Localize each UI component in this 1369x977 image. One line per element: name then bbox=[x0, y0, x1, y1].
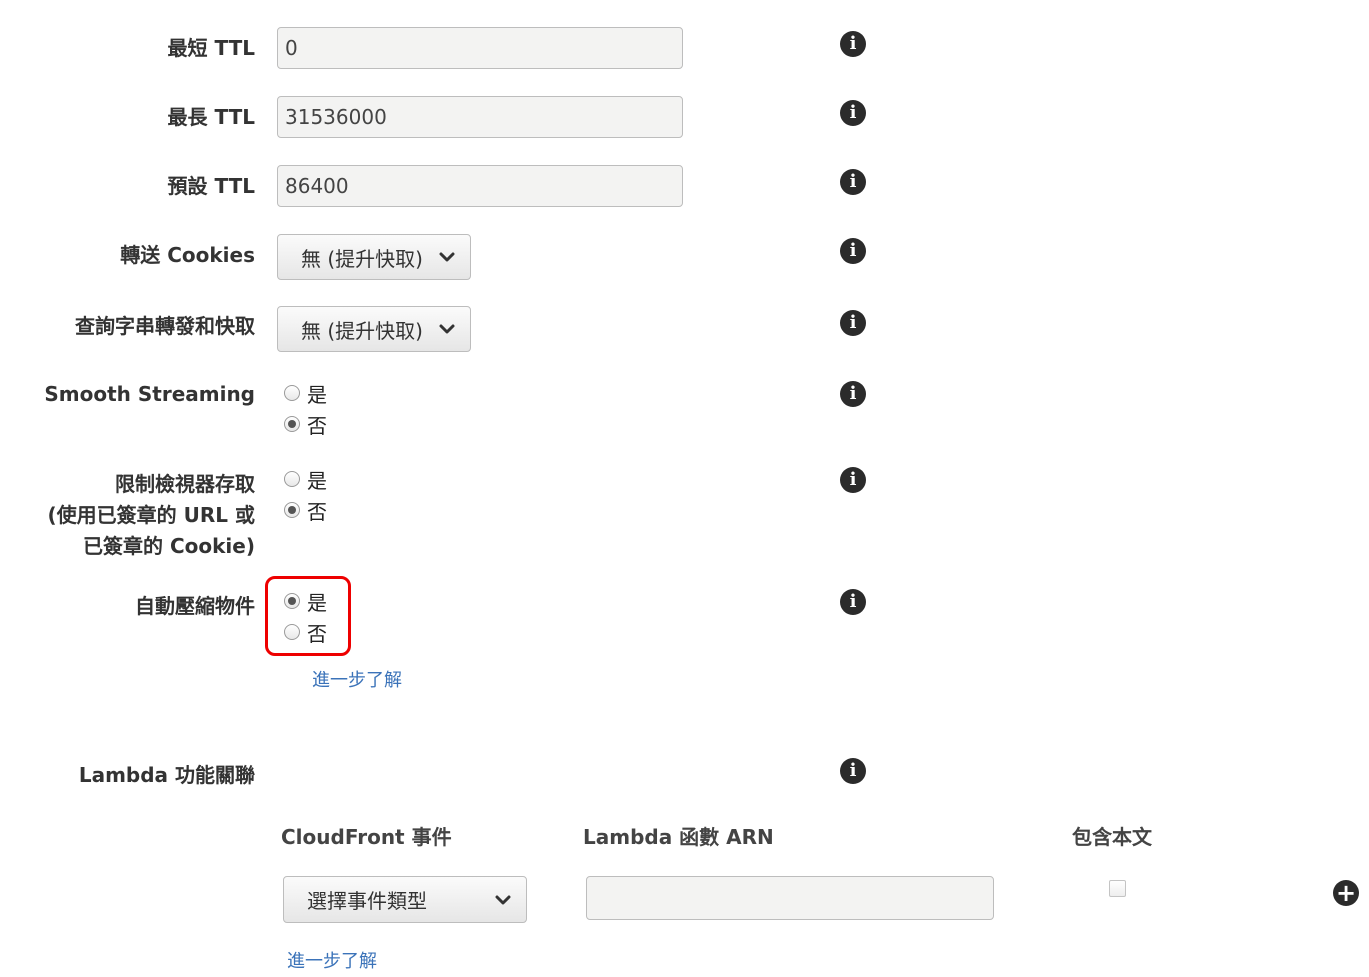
max-ttl-input[interactable] bbox=[277, 96, 683, 138]
chevron-down-icon bbox=[439, 252, 455, 262]
lambda-arn-input[interactable] bbox=[586, 876, 994, 920]
event-type-selected: 選擇事件類型 bbox=[307, 889, 427, 913]
query-string-label: 查詢字串轉發和快取 bbox=[75, 314, 255, 338]
info-icon[interactable]: i bbox=[840, 589, 866, 615]
info-icon[interactable]: i bbox=[840, 238, 866, 264]
compress-learn-more-link[interactable]: 進一步了解 bbox=[312, 666, 402, 692]
radio-button[interactable] bbox=[284, 502, 300, 518]
radio-label: 是 bbox=[307, 382, 327, 407]
radio-button[interactable] bbox=[284, 624, 300, 640]
compress-label: 自動壓縮物件 bbox=[135, 594, 255, 618]
radio-label: 否 bbox=[307, 413, 327, 438]
info-icon[interactable]: i bbox=[840, 310, 866, 336]
radio-label: 否 bbox=[307, 621, 327, 646]
radio-label: 是 bbox=[307, 468, 327, 493]
forward-cookies-dropdown[interactable]: 無 (提升快取) bbox=[277, 234, 471, 280]
default-ttl-input[interactable] bbox=[277, 165, 683, 207]
chevron-down-icon bbox=[439, 324, 455, 334]
info-icon[interactable]: i bbox=[840, 758, 866, 784]
restrict-viewer-yes[interactable]: 是 bbox=[284, 465, 327, 493]
smooth-streaming-no[interactable]: 否 bbox=[284, 410, 327, 438]
column-header-cloudfront-event: CloudFront 事件 bbox=[281, 825, 452, 849]
restrict-viewer-label-line: 限制檢視器存取 bbox=[115, 472, 255, 496]
radio-button[interactable] bbox=[284, 416, 300, 432]
default-ttl-label: 預設 TTL bbox=[167, 174, 255, 198]
radio-button[interactable] bbox=[284, 471, 300, 487]
query-string-dropdown[interactable]: 無 (提升快取) bbox=[277, 306, 471, 352]
lambda-label: Lambda 功能關聯 bbox=[78, 763, 255, 787]
min-ttl-label: 最短 TTL bbox=[167, 36, 255, 60]
restrict-viewer-label: 限制檢視器存取 (使用已簽章的 URL 或 已簽章的 Cookie) bbox=[48, 469, 255, 562]
restrict-viewer-label-line: 已簽章的 Cookie) bbox=[83, 534, 255, 558]
smooth-streaming-yes[interactable]: 是 bbox=[284, 379, 327, 407]
plus-circle-icon[interactable]: + bbox=[1333, 880, 1359, 906]
query-string-selected: 無 (提升快取) bbox=[301, 318, 423, 343]
info-icon[interactable]: i bbox=[840, 31, 866, 57]
column-header-include-body: 包含本文 bbox=[1072, 825, 1152, 849]
info-icon[interactable]: i bbox=[840, 100, 866, 126]
min-ttl-input[interactable] bbox=[277, 27, 683, 69]
chevron-down-icon bbox=[495, 895, 511, 904]
event-type-dropdown[interactable]: 選擇事件類型 bbox=[283, 876, 527, 923]
info-icon[interactable]: i bbox=[840, 169, 866, 195]
radio-label: 否 bbox=[307, 499, 327, 524]
compress-no[interactable]: 否 bbox=[284, 618, 327, 646]
lambda-learn-more-link[interactable]: 進一步了解 bbox=[287, 947, 377, 973]
radio-button[interactable] bbox=[284, 593, 300, 609]
forward-cookies-selected: 無 (提升快取) bbox=[301, 246, 423, 271]
forward-cookies-label: 轉送 Cookies bbox=[120, 243, 255, 267]
info-icon[interactable]: i bbox=[840, 381, 866, 407]
radio-label: 是 bbox=[307, 590, 327, 615]
restrict-viewer-label-line: (使用已簽章的 URL 或 bbox=[47, 503, 255, 527]
max-ttl-label: 最長 TTL bbox=[167, 105, 255, 129]
radio-button[interactable] bbox=[284, 385, 300, 401]
column-header-lambda-arn: Lambda 函數 ARN bbox=[583, 825, 774, 849]
compress-yes[interactable]: 是 bbox=[284, 587, 327, 615]
include-body-checkbox[interactable] bbox=[1109, 880, 1126, 897]
info-icon[interactable]: i bbox=[840, 467, 866, 493]
restrict-viewer-no[interactable]: 否 bbox=[284, 496, 327, 524]
smooth-streaming-label: Smooth Streaming bbox=[44, 382, 255, 406]
